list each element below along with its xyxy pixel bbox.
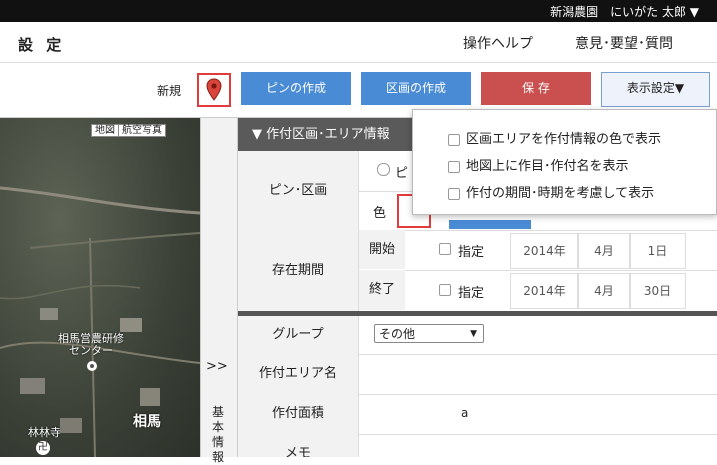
end-specify-label: 指定 [458,286,485,301]
basic-info-label: 基本情報 [212,405,225,464]
satellite-map[interactable]: 地図 航空写真 相馬営農研修 センター 林林寺 相馬 卍 [0,118,200,457]
map-pin-icon [206,78,222,101]
map-type-satellite[interactable]: 航空写真 [119,125,165,136]
start-specify-checkbox[interactable] [439,243,451,255]
create-pin-button[interactable]: ピンの作成 [241,72,351,105]
map-type-control: 地図 航空写真 [91,124,166,137]
user-menu[interactable]: 新潟農園 にいがた 太郎 ▼ [550,3,699,20]
map-label-temple: 林林寺 [28,426,61,439]
top-bar: 新潟農園 にいがた 太郎 ▼ [0,0,717,22]
display-option-crop-color[interactable]: 区画エリアを作付情報の色で表示 [448,128,661,147]
help-link[interactable]: 操作ヘルプ [463,33,533,53]
color-label: 色 [373,206,387,221]
crop-area-size-label: 作付面積 [238,394,358,435]
end-day-field[interactable]: 30日 [629,273,686,309]
display-option-period[interactable]: 作付の期間･時期を考慮して表示 [448,182,654,201]
temple-icon: 卍 [36,441,50,455]
group-label: グループ [238,316,358,355]
new-pin-button[interactable] [197,73,231,107]
pin-area-label: ピン･区画 [238,151,358,231]
display-option-period-checkbox[interactable] [448,187,460,200]
crop-area-name-label: 作付エリア名 [238,354,358,395]
page-title: 設 定 [18,36,66,54]
display-option-crop-name[interactable]: 地図上に作目･作付名を表示 [448,155,629,174]
feedback-link[interactable]: 意見･要望･質問 [575,33,673,53]
crop-area-name-field[interactable] [358,354,717,395]
display-option-crop-color-checkbox[interactable] [448,133,460,146]
start-specify-label: 指定 [458,245,485,260]
group-select[interactable]: その他 ▼ [374,324,484,343]
color-swatch[interactable] [449,220,531,229]
map-type-map[interactable]: 地図 [92,125,119,136]
pin-radio-label: ピ [395,166,409,181]
header: 設 定 操作ヘルプ 意見･要望･質問 [0,22,717,63]
expand-arrows[interactable]: >> [206,359,228,374]
end-month-field[interactable]: 4月 [577,273,631,309]
end-specify-checkbox[interactable] [439,284,451,296]
group-select-value: その他 [379,327,416,341]
display-option-crop-name-checkbox[interactable] [448,160,460,173]
end-label: 終了 [359,270,405,310]
display-option-crop-color-label: 区画エリアを作付情報の色で表示 [466,132,662,147]
display-settings-button[interactable]: 表示設定▼ [601,72,710,107]
pin-radio[interactable] [377,163,390,176]
side-toggle-strip[interactable]: >> 基本情報 [200,118,238,464]
crop-area-unit: a [461,406,469,420]
start-month-field[interactable]: 4月 [577,233,631,269]
memo-field[interactable] [358,434,717,457]
chevron-down-icon: ▼ [470,329,477,339]
start-day-field[interactable]: 1日 [629,233,686,269]
memo-label: メモ [238,434,358,457]
end-row: 終了 指定 2014年 4月 30日 [358,270,717,312]
display-option-crop-name-label: 地図上に作目･作付名を表示 [466,159,629,174]
map-label-center: 相馬営農研修 センター [58,332,124,357]
start-label: 開始 [359,230,405,269]
group-cell: その他 ▼ [358,316,717,355]
create-area-button[interactable]: 区画の作成 [361,72,471,105]
crop-area-size-cell[interactable]: a [358,394,717,435]
save-button[interactable]: 保 存 [481,72,591,105]
start-row: 開始 指定 2014年 4月 1日 [358,230,717,271]
period-label: 存在期間 [238,230,358,312]
map-roads [0,186,200,457]
new-label: 新規 [157,84,182,98]
start-year-field[interactable]: 2014年 [510,233,579,269]
display-option-period-label: 作付の期間･時期を考慮して表示 [466,186,655,201]
end-year-field[interactable]: 2014年 [510,273,579,309]
map-label-souma: 相馬 [133,414,161,430]
display-settings-menu: 区画エリアを作付情報の色で表示 地図上に作目･作付名を表示 作付の期間･時期を考… [412,109,717,215]
